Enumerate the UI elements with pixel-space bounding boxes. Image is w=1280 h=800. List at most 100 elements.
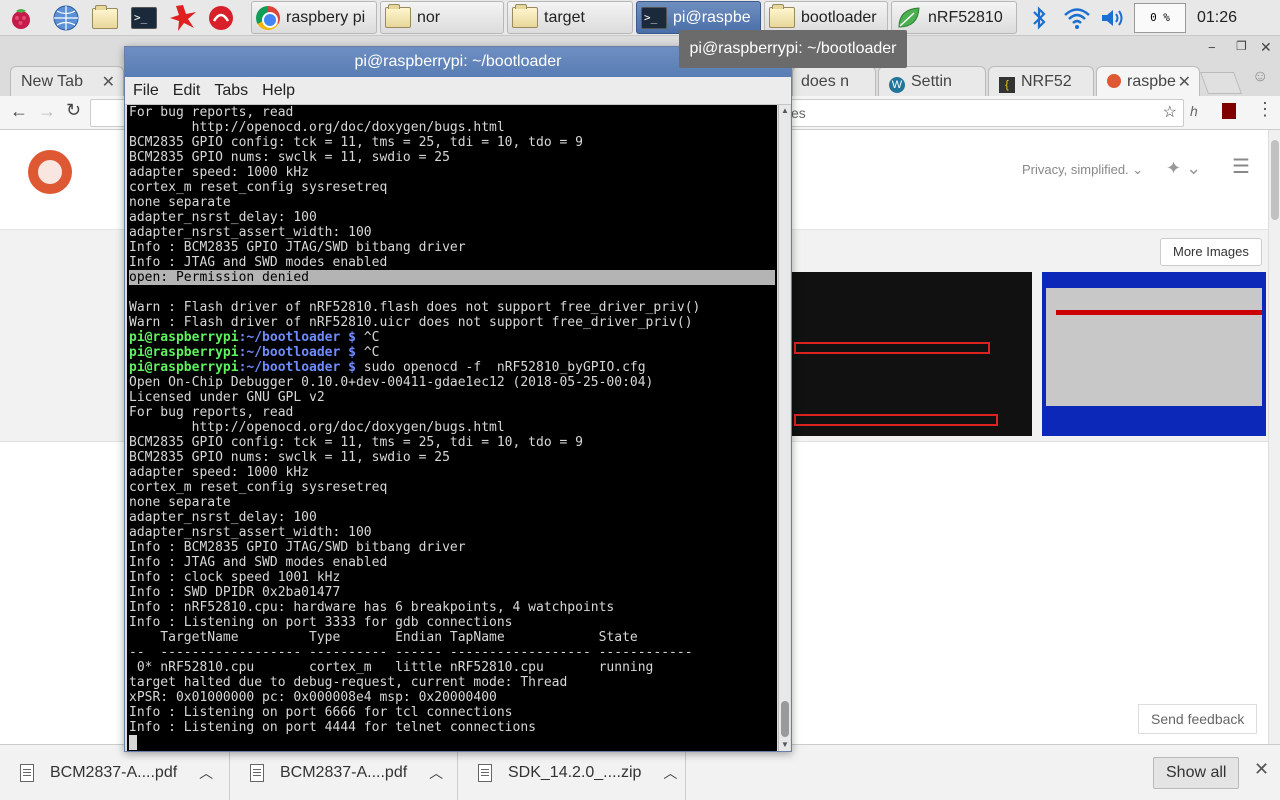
wifi-icon[interactable] bbox=[1062, 3, 1092, 33]
close-download-bar-icon[interactable]: ✕ bbox=[1254, 759, 1269, 780]
prompt-user: pi@raspberrypi bbox=[129, 360, 239, 375]
address-text: es bbox=[791, 105, 806, 121]
duckduckgo-icon bbox=[1107, 74, 1121, 88]
back-icon[interactable]: ← bbox=[10, 101, 28, 122]
terminal-scrollbar-thumb[interactable] bbox=[781, 701, 789, 737]
terminal-line: Info : BCM2835 GPIO JTAG/SWD bitbang dri… bbox=[129, 240, 466, 255]
tab-settings[interactable]: W Settin bbox=[878, 66, 986, 96]
terminal-line: 0* nRF52810.cpu cortex_m little nRF52810… bbox=[129, 660, 654, 675]
task-chrome[interactable]: raspbery pi bbox=[251, 1, 377, 34]
terminal-line: http://openocd.org/doc/doxygen/bugs.html bbox=[129, 420, 505, 435]
scroll-up-icon[interactable]: ▲ bbox=[779, 105, 791, 117]
tab-label: New Tab bbox=[21, 73, 83, 90]
web-browser-icon[interactable] bbox=[51, 3, 81, 33]
hamburger-menu-icon[interactable]: ☰ bbox=[1232, 154, 1250, 179]
terminal-line: cortex_m reset_config sysresetreq bbox=[129, 480, 388, 495]
terminal-launcher-icon[interactable]: >_ bbox=[129, 3, 159, 33]
bluetooth-icon[interactable] bbox=[1024, 3, 1054, 33]
image-result-raspi-config[interactable] bbox=[1042, 272, 1266, 436]
prompt-command: ^C bbox=[355, 345, 380, 360]
task-label: pi@raspbe bbox=[673, 8, 751, 26]
wolfram-icon[interactable] bbox=[206, 3, 236, 33]
terminal-line: target halted due to debug-request, curr… bbox=[129, 675, 568, 690]
terminal-scrollbar[interactable]: ▲ ▼ bbox=[778, 105, 790, 751]
privacy-dropdown[interactable]: Privacy, simplified. ⌄ bbox=[1022, 162, 1143, 178]
wordpress-icon: W bbox=[889, 77, 905, 93]
folder-icon bbox=[385, 4, 411, 28]
taskbar: >_ raspbery pi nor target >_ pi@raspbe b… bbox=[0, 0, 1280, 36]
send-feedback-button[interactable]: Send feedback bbox=[1138, 704, 1258, 734]
terminal-line: BCM2835 GPIO config: tck = 11, tms = 25,… bbox=[129, 435, 583, 450]
tab-label: raspbe bbox=[1127, 73, 1176, 90]
menu-help[interactable]: Help bbox=[262, 82, 295, 100]
tab-raspberry[interactable]: raspbe ✕ bbox=[1096, 66, 1200, 96]
twitter-icon[interactable]: ✦ ⌄ bbox=[1166, 158, 1201, 179]
profile-icon[interactable]: ☺ bbox=[1252, 68, 1268, 86]
tab-label: NRF52 bbox=[1021, 73, 1072, 90]
terminal-line: Info : nRF52810.cpu: hardware has 6 brea… bbox=[129, 600, 615, 615]
terminal-prompt-line: pi@raspberrypi:~/bootloader $ ^C bbox=[129, 330, 775, 345]
terminal-window: pi@raspberrypi: ~/bootloader File Edit T… bbox=[124, 46, 792, 752]
chevron-up-icon[interactable]: ︿ bbox=[663, 763, 677, 783]
chrome-scrollbar-thumb[interactable] bbox=[1271, 140, 1279, 220]
prompt-path: :~/bootloader $ bbox=[238, 345, 356, 360]
show-all-downloads-button[interactable]: Show all bbox=[1153, 757, 1240, 789]
task-folder-nor[interactable]: nor bbox=[380, 1, 504, 34]
terminal-line: Info : SWD DPIDR 0x2ba01477 bbox=[129, 585, 341, 600]
chrome-menu-icon[interactable]: ⋮ bbox=[1256, 99, 1274, 120]
maximize-icon[interactable]: ❐ bbox=[1236, 39, 1247, 53]
prompt-path: :~/bootloader $ bbox=[238, 330, 356, 345]
terminal-line: Info : clock speed 1001 kHz bbox=[129, 570, 341, 585]
tab-nrf52[interactable]: {NRF52 bbox=[988, 66, 1094, 96]
menu-edit[interactable]: Edit bbox=[173, 82, 201, 100]
forward-icon[interactable]: → bbox=[38, 101, 56, 122]
bookmark-star-icon[interactable]: ☆ bbox=[1163, 102, 1177, 122]
duckduckgo-logo[interactable] bbox=[28, 150, 72, 194]
reload-icon[interactable]: ↻ bbox=[66, 100, 81, 121]
ublock-icon[interactable] bbox=[1222, 103, 1236, 119]
tab-close-icon[interactable]: ✕ bbox=[1178, 72, 1191, 92]
raspberry-menu-icon[interactable] bbox=[6, 3, 36, 33]
download-item[interactable]: BCM2837-A....pdf ︿ bbox=[230, 745, 458, 800]
minimize-icon[interactable]: − bbox=[1208, 40, 1216, 55]
chrome-icon bbox=[256, 5, 280, 30]
new-tab-button[interactable] bbox=[1199, 72, 1243, 94]
tab-does-n[interactable]: does n bbox=[792, 66, 876, 96]
task-nrf-editor[interactable]: nRF52810 bbox=[891, 1, 1017, 34]
extension-h-icon[interactable]: h bbox=[1190, 103, 1198, 119]
download-item[interactable]: BCM2837-A....pdf ︿ bbox=[0, 745, 230, 800]
task-label: bootloader bbox=[801, 8, 877, 26]
chevron-up-icon[interactable]: ︿ bbox=[429, 763, 443, 783]
terminal-line: xPSR: 0x01000000 pc: 0x000008e4 msp: 0x2… bbox=[129, 690, 497, 705]
file-manager-icon[interactable] bbox=[90, 3, 120, 33]
menu-file[interactable]: File bbox=[133, 82, 159, 100]
terminal-line: adapter speed: 1000 kHz bbox=[129, 165, 310, 180]
menu-tabs[interactable]: Tabs bbox=[214, 82, 248, 100]
folder-icon bbox=[512, 4, 538, 28]
terminal-line: Warn : Flash driver of nRF52810.uicr doe… bbox=[129, 315, 693, 330]
volume-icon[interactable] bbox=[1098, 3, 1128, 33]
more-images-button[interactable]: More Images bbox=[1160, 238, 1262, 266]
close-icon[interactable]: ✕ bbox=[1260, 39, 1272, 56]
scroll-down-icon[interactable]: ▼ bbox=[779, 739, 791, 751]
terminal-line: Info : JTAG and SWD modes enabled bbox=[129, 555, 388, 570]
task-folder-target[interactable]: target bbox=[507, 1, 633, 34]
mathematica-icon[interactable] bbox=[168, 3, 198, 33]
download-filename: BCM2837-A....pdf bbox=[50, 764, 178, 781]
terminal-line: Info : Listening on port 3333 for gdb co… bbox=[129, 615, 513, 630]
terminal-line: Open On-Chip Debugger 0.10.0+dev-00411-g… bbox=[129, 375, 654, 390]
pdf-file-icon bbox=[250, 764, 264, 782]
terminal-line: cortex_m reset_config sysresetreq bbox=[129, 180, 388, 195]
tab-close-icon[interactable]: ✕ bbox=[102, 72, 115, 92]
terminal-output[interactable]: For bug reports, read http://openocd.org… bbox=[127, 105, 777, 751]
tab-new-tab[interactable]: New Tab ✕ bbox=[10, 66, 124, 96]
chrome-scrollbar[interactable] bbox=[1268, 130, 1280, 744]
terminal-line: http://openocd.org/doc/doxygen/bugs.html bbox=[129, 120, 505, 135]
chevron-up-icon[interactable]: ︿ bbox=[199, 763, 213, 783]
download-item[interactable]: SDK_14.2.0_....zip ︿ bbox=[458, 745, 686, 800]
terminal-line: Info : BCM2835 GPIO JTAG/SWD bitbang dri… bbox=[129, 540, 466, 555]
cpu-monitor[interactable]: 0 % bbox=[1134, 3, 1186, 33]
clock[interactable]: 01:26 bbox=[1192, 0, 1242, 36]
image-result-settings-json[interactable] bbox=[790, 272, 1032, 436]
download-bar: BCM2837-A....pdf ︿ BCM2837-A....pdf ︿ SD… bbox=[0, 744, 1280, 800]
